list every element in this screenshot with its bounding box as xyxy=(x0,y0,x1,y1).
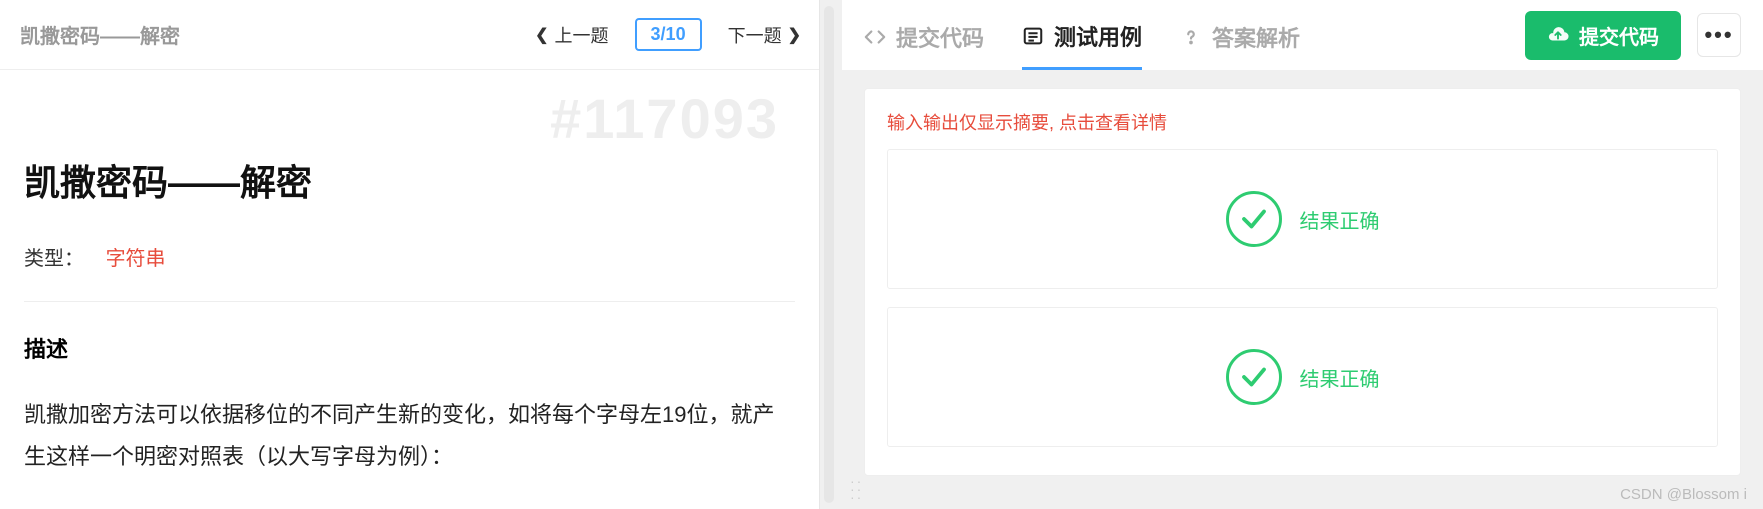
result-panel: 提交代码 测试用例 答案解析 xyxy=(842,0,1763,509)
description-text: 凯撒加密方法可以依据移位的不同产生新的变化，如将每个字母左19位，就产生这样一个… xyxy=(24,394,795,478)
problem-header: 凯撒密码——解密 ❮ 上一题 3/10 下一题 ❯ xyxy=(0,0,819,70)
section-title-description: 描述 xyxy=(24,332,795,364)
app-root: 凯撒密码——解密 ❮ 上一题 3/10 下一题 ❯ #117093 凯撒密码——… xyxy=(0,0,1763,509)
right-header: 提交代码 测试用例 答案解析 xyxy=(842,0,1763,70)
source-watermark: CSDN @Blossom i xyxy=(1620,486,1747,503)
results-hint: 输入输出仅显示摘要, 点击查看详情 xyxy=(887,109,1718,135)
tab-test-cases[interactable]: 测试用例 xyxy=(1022,0,1142,70)
type-label: 类型： xyxy=(24,248,84,270)
next-label: 下一题 xyxy=(728,22,782,48)
list-icon xyxy=(1022,25,1044,47)
type-tag[interactable]: 字符串 xyxy=(106,248,166,270)
header-title: 凯撒密码——解密 xyxy=(20,20,180,49)
tab-answer-analysis[interactable]: 答案解析 xyxy=(1180,0,1300,70)
tabs: 提交代码 测试用例 答案解析 xyxy=(864,0,1300,70)
problem-title: 凯撒密码——解密 xyxy=(24,154,795,206)
tab-label: 答案解析 xyxy=(1212,21,1300,53)
help-icon xyxy=(1180,26,1202,48)
result-status-text: 结果正确 xyxy=(1300,205,1380,234)
more-menu-button[interactable]: ••• xyxy=(1697,13,1741,57)
page-indicator[interactable]: 3/10 xyxy=(635,18,702,51)
resize-grip-icon[interactable]: ······ xyxy=(850,477,863,501)
ellipsis-icon: ••• xyxy=(1704,22,1733,48)
prev-label: 上一题 xyxy=(555,22,609,48)
submit-label: 提交代码 xyxy=(1579,21,1659,50)
test-results-container: 输入输出仅显示摘要, 点击查看详情 结果正确 结果正确 xyxy=(864,88,1741,476)
test-result-card[interactable]: 结果正确 xyxy=(887,149,1718,289)
problem-type-row: 类型： 字符串 xyxy=(24,242,795,271)
check-circle-icon xyxy=(1226,191,1282,247)
problem-body: 凯撒密码——解密 类型： 字符串 描述 凯撒加密方法可以依据移位的不同产生新的变… xyxy=(0,70,819,509)
problem-panel: 凯撒密码——解密 ❮ 上一题 3/10 下一题 ❯ #117093 凯撒密码——… xyxy=(0,0,820,509)
chevron-left-icon: ❮ xyxy=(535,25,548,45)
tab-submit-code[interactable]: 提交代码 xyxy=(864,0,984,70)
divider xyxy=(24,301,795,302)
prev-problem-button[interactable]: ❮ 上一题 xyxy=(535,22,608,48)
test-result-card[interactable]: 结果正确 xyxy=(887,307,1718,447)
chevron-right-icon: ❯ xyxy=(788,25,801,45)
cloud-upload-icon xyxy=(1547,24,1569,46)
header-actions: 提交代码 ••• xyxy=(1525,11,1741,60)
check-circle-icon xyxy=(1226,349,1282,405)
tab-label: 测试用例 xyxy=(1054,20,1142,52)
result-status-text: 结果正确 xyxy=(1300,363,1380,392)
problem-nav: ❮ 上一题 3/10 下一题 ❯ xyxy=(535,18,801,51)
tab-label: 提交代码 xyxy=(896,21,984,53)
submit-code-button[interactable]: 提交代码 xyxy=(1525,11,1681,60)
code-icon xyxy=(864,26,886,48)
next-problem-button[interactable]: 下一题 ❯ xyxy=(728,22,801,48)
panel-resize-handle[interactable] xyxy=(820,0,842,509)
